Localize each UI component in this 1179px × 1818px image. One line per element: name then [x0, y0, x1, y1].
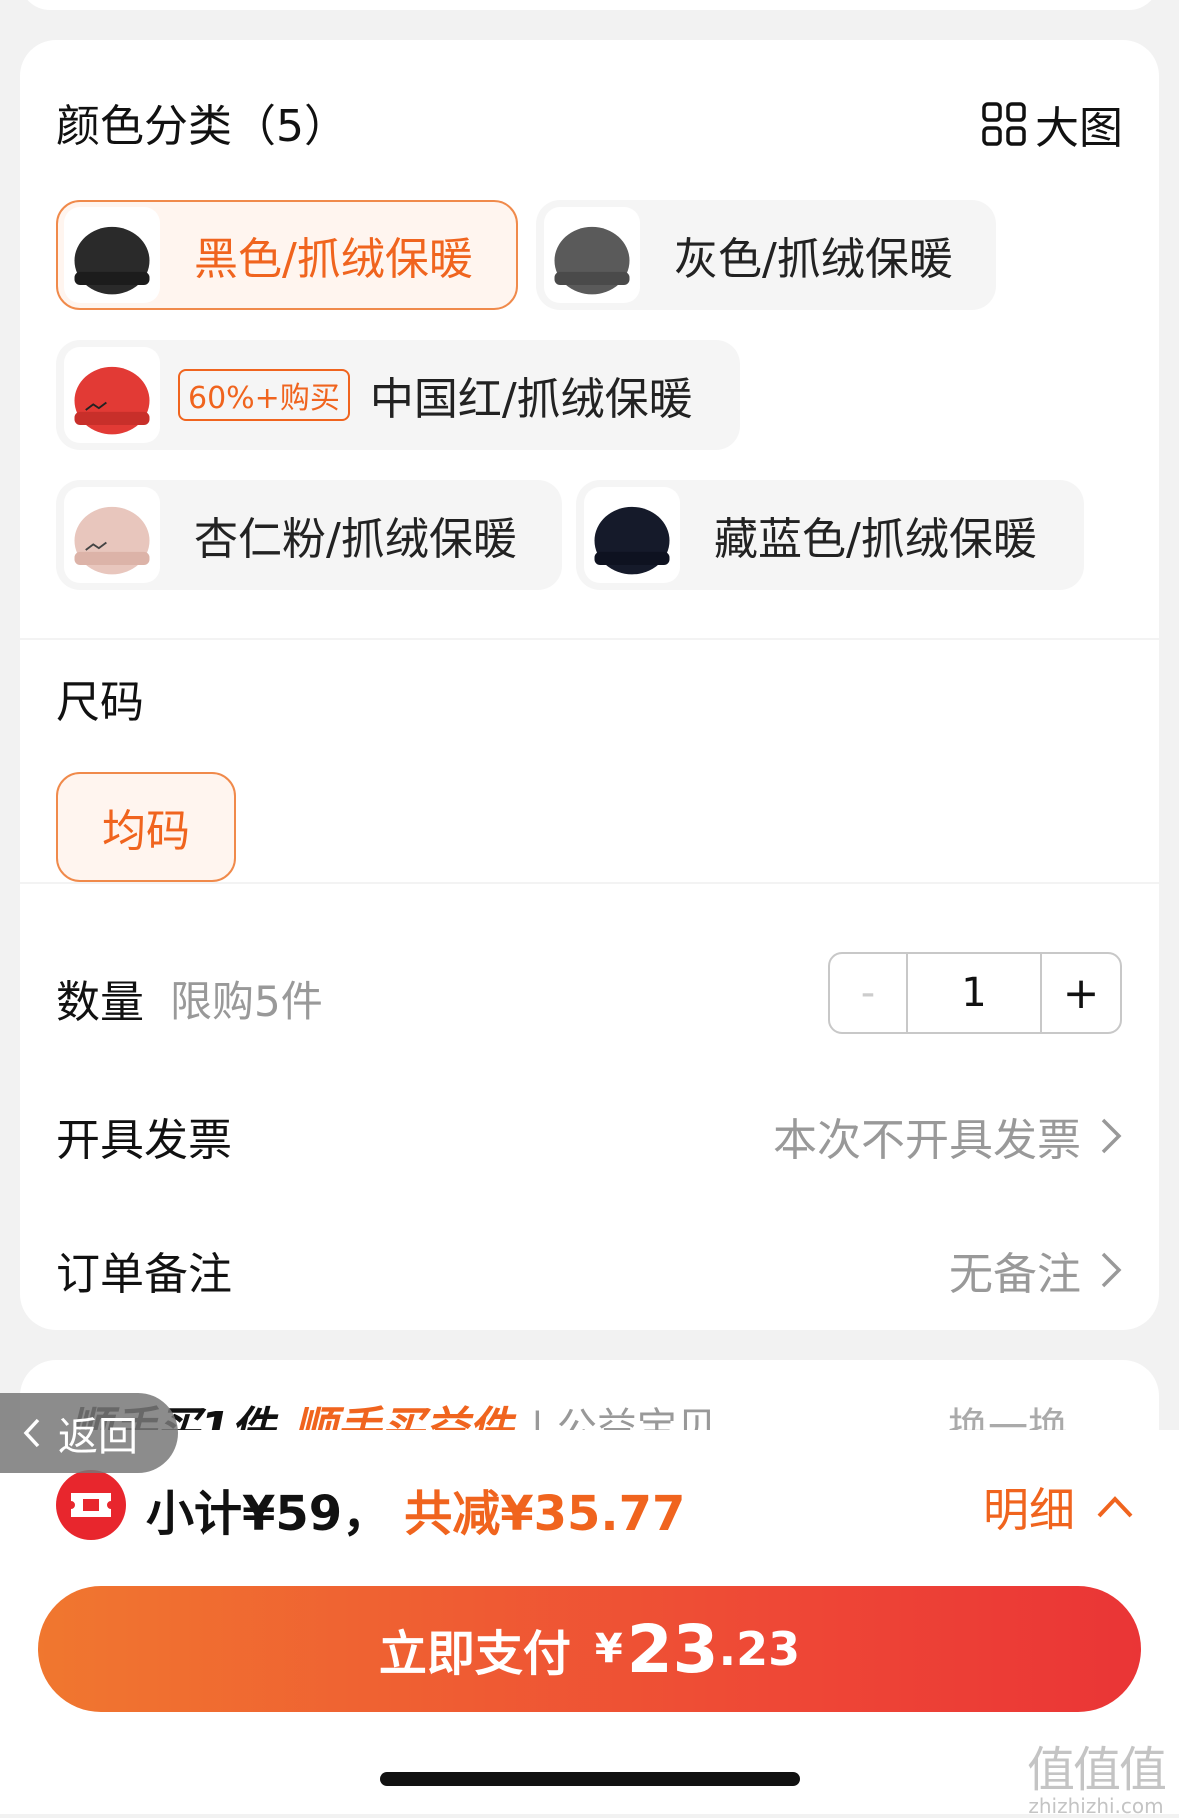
size-option-one-size[interactable]: 均码 — [56, 772, 236, 882]
grid-icon — [982, 102, 1026, 146]
divider — [20, 882, 1159, 884]
color-option-black[interactable]: 黑色/抓绒保暖 — [56, 200, 518, 310]
color-option-label: 黑色/抓绒保暖 — [194, 234, 473, 285]
chevron-right-icon — [1101, 1118, 1122, 1154]
color-section-title: 颜色分类（5） — [56, 101, 348, 152]
subtotal-text: 小计¥59， — [146, 1486, 391, 1542]
hat-thumbnail — [64, 347, 160, 443]
currency-symbol: ¥ — [594, 1626, 623, 1672]
color-option-label: 中国红/抓绒保暖 — [369, 374, 693, 425]
hat-thumbnail — [64, 207, 160, 303]
hat-thumbnail — [64, 487, 160, 583]
chevron-right-icon — [1101, 1252, 1122, 1288]
remark-row[interactable]: 无备注 — [949, 1238, 1123, 1302]
size-section-title: 尺码 — [56, 677, 144, 728]
pay-label: 立即支付 — [378, 1626, 571, 1682]
promo-tag: 60%+购买 — [178, 369, 350, 421]
back-button[interactable]: 返回 — [0, 1393, 178, 1473]
color-option-navy[interactable]: 藏蓝色/抓绒保暖 — [576, 480, 1084, 590]
pay-amount-decimal: .23 — [718, 1622, 801, 1676]
chevron-up-icon — [1097, 1496, 1133, 1518]
checkout-bar: 小计¥59， 共减¥35.77 明细 立即支付 ¥ 23 .23 值值值 zhi… — [0, 1430, 1179, 1818]
hat-thumbnail — [584, 487, 680, 583]
invoice-label: 开具发票 — [56, 1115, 232, 1166]
color-option-label: 藏蓝色/抓绒保暖 — [714, 514, 1037, 565]
purchase-limit: 限购5件 — [170, 977, 323, 1026]
color-option-label: 灰色/抓绒保暖 — [674, 234, 953, 285]
remark-value: 无备注 — [949, 1249, 1081, 1300]
chevron-left-icon — [23, 1418, 40, 1448]
color-option-label: 杏仁粉/抓绒保暖 — [194, 514, 517, 565]
remark-label: 订单备注 — [56, 1249, 232, 1300]
quantity-input[interactable]: 1 — [908, 954, 1042, 1032]
pay-amount-integer: 23 — [626, 1610, 719, 1688]
decrease-button[interactable]: - — [830, 954, 908, 1032]
coupon-icon — [56, 1470, 126, 1540]
invoice-row[interactable]: 本次不开具发票 — [773, 1104, 1123, 1168]
quantity-label: 数量 — [56, 977, 144, 1028]
divider — [20, 638, 1159, 640]
reduction-text: 共减¥35.77 — [404, 1486, 686, 1542]
hat-thumbnail — [544, 207, 640, 303]
detail-button[interactable]: 明细 — [983, 1474, 1135, 1540]
watermark-url: zhizhizhi.com — [1028, 1794, 1164, 1818]
watermark: 值值值 zhizhizhi.com — [1026, 1730, 1167, 1818]
invoice-value: 本次不开具发票 — [773, 1115, 1081, 1166]
previous-card — [20, 0, 1159, 10]
watermark-logo: 值值值 — [1026, 1742, 1167, 1798]
increase-button[interactable]: + — [1042, 954, 1120, 1032]
quantity-stepper: - 1 + — [828, 952, 1122, 1034]
detail-label: 明细 — [983, 1483, 1075, 1537]
sku-card: 颜色分类（5） 大图 黑色/抓绒保暖 灰色/抓绒保暖 60%+购买 中国红/抓绒… — [20, 40, 1159, 1330]
color-option-red[interactable]: 60%+购买 中国红/抓绒保暖 — [56, 340, 740, 450]
color-option-pink[interactable]: 杏仁粉/抓绒保暖 — [56, 480, 562, 590]
big-image-label: 大图 — [1035, 103, 1123, 154]
pay-now-button[interactable]: 立即支付 ¥ 23 .23 — [38, 1586, 1141, 1712]
home-indicator — [380, 1772, 800, 1786]
back-label: 返回 — [58, 1414, 138, 1460]
price-summary: 小计¥59， 共减¥35.77 — [146, 1474, 685, 1544]
color-option-grey[interactable]: 灰色/抓绒保暖 — [536, 200, 996, 310]
big-image-button[interactable]: 大图 — [981, 92, 1123, 156]
